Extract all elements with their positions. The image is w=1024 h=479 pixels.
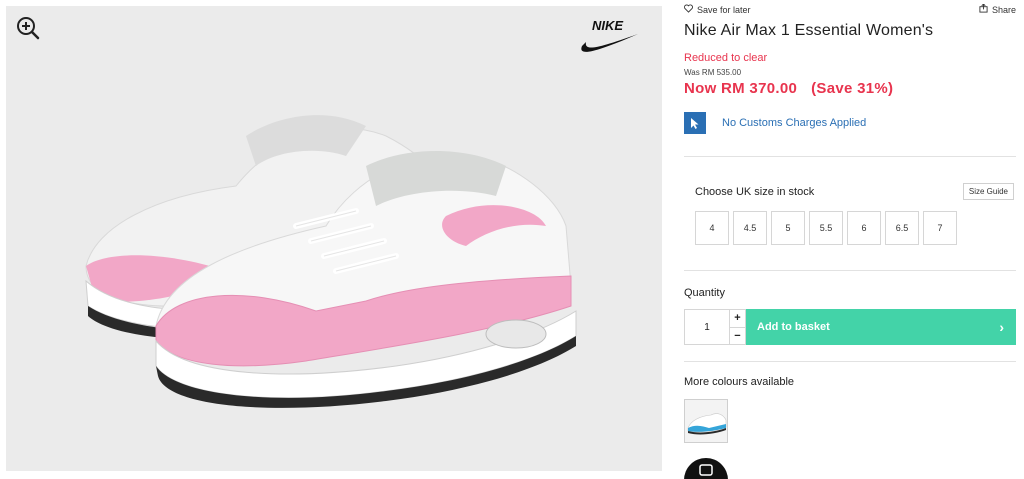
customs-info[interactable]: No Customs Charges Applied [684,112,866,134]
chevron-right-icon: › [999,319,1004,335]
size-option-4[interactable]: 4 [695,211,729,245]
chat-icon[interactable] [684,458,728,479]
share-icon [979,3,988,15]
size-option-6[interactable]: 6 [847,211,881,245]
size-option-5-5[interactable]: 5.5 [809,211,843,245]
size-option-4-5[interactable]: 4.5 [733,211,767,245]
quantity-label: Quantity [684,287,725,299]
product-shoe-image [85,115,577,408]
cursor-icon [684,112,706,134]
quantity-decrease-button[interactable]: − [730,326,745,345]
save-percentage: (Save 31%) [811,80,894,97]
quantity-increase-button[interactable]: + [730,310,745,327]
save-for-later-label: Save for later [697,4,751,15]
size-option-6-5[interactable]: 6.5 [885,211,919,245]
size-header: Choose UK size in stock [695,186,815,198]
colour-variant-thumbnail[interactable] [684,399,728,443]
svg-text:NIKE: NIKE [592,18,623,33]
quantity-stepper: + − [730,309,746,345]
more-colours-label: More colours available [684,376,795,388]
product-image-panel: NIKE [6,6,662,471]
divider [684,270,1016,271]
heart-icon [684,4,693,15]
was-price: Was RM 535.00 [684,68,742,77]
product-topbar: Save for later Share [684,3,1016,18]
zoom-in-icon[interactable] [15,15,41,41]
product-title: Nike Air Max 1 Essential Women's [684,22,934,39]
share-label: Share [991,4,1016,15]
reduced-label: Reduced to clear [684,52,768,64]
add-to-basket-button[interactable]: Add to basket › [746,309,1016,345]
add-to-basket-label: Add to basket [757,321,830,333]
product-page: NIKE Save for later Share Nike Air Max 1… [0,0,1024,479]
customs-text: No Customs Charges Applied [722,117,867,129]
nike-swoosh-logo: NIKE [578,16,642,56]
divider [684,361,1016,362]
product-details: Save for later Share Nike Air Max 1 Esse… [684,0,1016,479]
quantity-input[interactable]: 1 [684,309,730,345]
divider [684,156,1016,157]
size-option-7[interactable]: 7 [923,211,957,245]
share-button[interactable]: Share [979,3,1016,15]
save-for-later-button[interactable]: Save for later [684,4,751,15]
now-price-row: Now RM 370.00 (Save 31%) [684,80,893,97]
size-guide-button[interactable]: Size Guide [962,183,1014,200]
now-price: Now RM 370.00 [684,80,798,97]
size-options: 4 4.5 5 5.5 6 6.5 7 [695,211,957,245]
size-option-5[interactable]: 5 [771,211,805,245]
